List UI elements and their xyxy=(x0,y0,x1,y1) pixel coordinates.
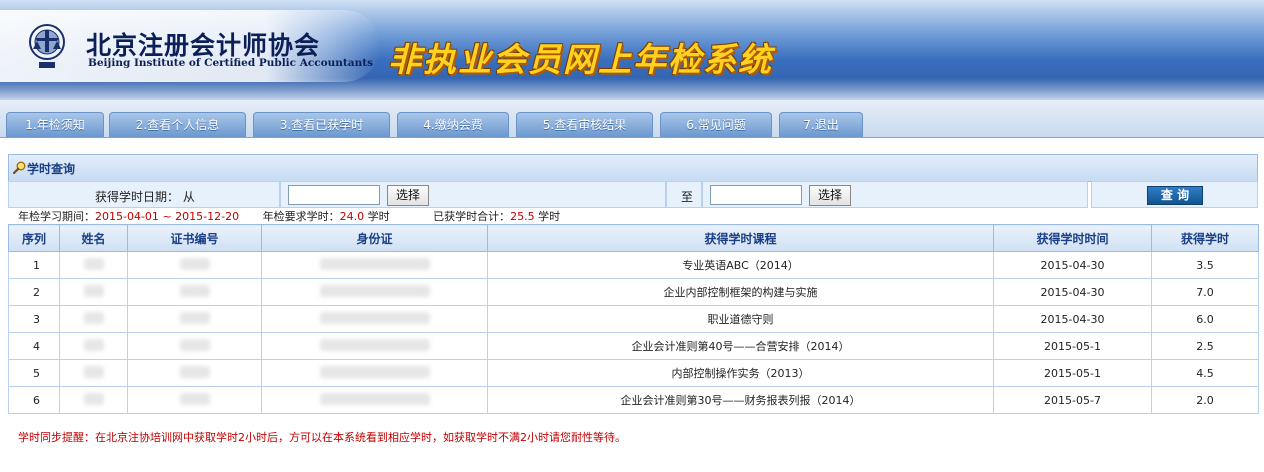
cell-course: 企业内部控制框架的构建与实施 xyxy=(487,278,994,306)
total-hours-value: 25.5 xyxy=(510,210,535,223)
query-section-header: 学时查询 xyxy=(8,154,1258,182)
cell-name-redacted xyxy=(59,251,128,279)
required-hours-label: 年检要求学时： xyxy=(262,210,340,223)
total-hours-unit: 学时 xyxy=(538,210,561,223)
main-nav: 1.年检须知 2.查看个人信息 3.查看已获学时 4.缴纳会费 5.查看审核结果… xyxy=(0,100,1264,138)
cell-id-redacted xyxy=(261,332,488,360)
cell-id-redacted xyxy=(261,386,488,414)
cell-course: 职业道德守则 xyxy=(487,305,994,333)
cell-name-redacted xyxy=(59,359,128,387)
period-separator: ~ xyxy=(162,210,172,223)
to-date-cell: 选择 xyxy=(702,181,1088,208)
date-label-cell: 获得学时日期： 从 xyxy=(8,181,280,208)
cell-cert-redacted xyxy=(127,332,262,360)
cell-id-redacted xyxy=(261,359,488,387)
column-header-hours: 获得学时 xyxy=(1151,224,1259,252)
system-title: 非执业会员网上年检系统 xyxy=(388,40,773,79)
table-row: 6 企业会计准则第30号——财务报表列报（2014） 2015-05-7 2.0 xyxy=(8,386,1259,414)
cell-seq: 2 xyxy=(8,278,60,306)
cell-course: 企业会计准则第30号——财务报表列报（2014） xyxy=(487,386,994,414)
column-header-course: 获得学时课程 xyxy=(487,224,994,252)
cell-date: 2015-04-30 xyxy=(993,251,1152,279)
cell-name-redacted xyxy=(59,305,128,333)
cell-cert-redacted xyxy=(127,251,262,279)
cell-hours: 2.5 xyxy=(1151,332,1259,360)
tab-pay-fee[interactable]: 4.缴纳会费 xyxy=(397,112,509,137)
cell-seq: 6 xyxy=(8,386,60,414)
cell-seq: 5 xyxy=(8,359,60,387)
header-banner: 北京注册会计师协会 Beijing Institute of Certified… xyxy=(0,0,1264,100)
cell-hours: 3.5 xyxy=(1151,251,1259,279)
tab-annual-check-notice[interactable]: 1.年检须知 xyxy=(6,112,104,137)
cell-seq: 1 xyxy=(8,251,60,279)
cell-hours: 7.0 xyxy=(1151,278,1259,306)
cell-course: 专业英语ABC（2014） xyxy=(487,251,994,279)
to-label: 至 xyxy=(681,190,694,204)
column-header-cert-no: 证书编号 xyxy=(127,224,262,252)
total-hours-label: 已获学时合计： xyxy=(433,210,511,223)
tab-review-result[interactable]: 5.查看审核结果 xyxy=(516,112,653,137)
to-date-input[interactable] xyxy=(710,185,802,205)
column-header-date: 获得学时时间 xyxy=(993,224,1152,252)
to-date-pick-button[interactable]: 选择 xyxy=(809,185,851,206)
cell-date: 2015-04-30 xyxy=(993,278,1152,306)
cell-cert-redacted xyxy=(127,386,262,414)
table-header-row: 序列 姓名 证书编号 身份证 获得学时课程 获得学时时间 获得学时 xyxy=(8,224,1259,252)
table-row: 2 企业内部控制框架的构建与实施 2015-04-30 7.0 xyxy=(8,278,1259,306)
table-row: 3 职业道德守则 2015-04-30 6.0 xyxy=(8,305,1259,333)
search-icon xyxy=(13,161,26,175)
banner-decoration xyxy=(0,78,1264,100)
cell-date: 2015-05-1 xyxy=(993,359,1152,387)
date-label: 获得学时日期： 从 xyxy=(95,190,195,204)
cell-cert-redacted xyxy=(127,278,262,306)
hours-table: 序列 姓名 证书编号 身份证 获得学时课程 获得学时时间 获得学时 1 专业英语… xyxy=(8,224,1259,414)
cell-id-redacted xyxy=(261,305,488,333)
cell-name-redacted xyxy=(59,386,128,414)
cell-seq: 3 xyxy=(8,305,60,333)
cell-hours: 4.5 xyxy=(1151,359,1259,387)
cell-course: 内部控制操作实务（2013） xyxy=(487,359,994,387)
cell-hours: 6.0 xyxy=(1151,305,1259,333)
from-date-pick-button[interactable]: 选择 xyxy=(387,185,429,206)
table-row: 1 专业英语ABC（2014） 2015-04-30 3.5 xyxy=(8,251,1259,279)
section-title: 学时查询 xyxy=(27,162,76,176)
table-row: 5 内部控制操作实务（2013） 2015-05-1 4.5 xyxy=(8,359,1259,387)
from-date-input[interactable] xyxy=(288,185,380,205)
cell-name-redacted xyxy=(59,332,128,360)
cell-cert-redacted xyxy=(127,359,262,387)
cell-cert-redacted xyxy=(127,305,262,333)
query-button[interactable]: 查 询 xyxy=(1147,186,1203,205)
column-header-seq: 序列 xyxy=(8,224,60,252)
required-hours-unit: 学时 xyxy=(367,210,390,223)
period-start: 2015-04-01 xyxy=(95,210,159,223)
query-button-cell: 查 询 xyxy=(1091,181,1258,208)
tab-personal-info[interactable]: 2.查看个人信息 xyxy=(109,112,246,137)
required-hours-value: 24.0 xyxy=(339,210,365,223)
tab-faq[interactable]: 6.常见问题 xyxy=(660,112,772,137)
column-header-id-card: 身份证 xyxy=(261,224,488,252)
to-label-cell: 至 xyxy=(666,181,702,208)
query-form: 获得学时日期： 从 选择 至 选择 查 询 xyxy=(8,181,1258,208)
column-header-name: 姓名 xyxy=(59,224,128,252)
cell-name-redacted xyxy=(59,278,128,306)
org-name-en: Beijing Institute of Certified Public Ac… xyxy=(88,57,373,69)
tab-logout[interactable]: 7.退出 xyxy=(779,112,863,137)
institute-emblem-icon xyxy=(29,24,65,68)
cell-date: 2015-05-1 xyxy=(993,332,1152,360)
period-end: 2015-12-20 xyxy=(175,210,240,223)
cell-id-redacted xyxy=(261,251,488,279)
table-row: 4 企业会计准则第40号——合营安排（2014） 2015-05-1 2.5 xyxy=(8,332,1259,360)
tab-obtained-hours[interactable]: 3.查看已获学时 xyxy=(253,112,390,137)
hours-summary: 年检学习期间：2015-04-01 ~ 2015-12-20 年检要求学时：24… xyxy=(18,208,560,224)
cell-date: 2015-04-30 xyxy=(993,305,1152,333)
cell-id-redacted xyxy=(261,278,488,306)
cell-hours: 2.0 xyxy=(1151,386,1259,414)
cell-date: 2015-05-7 xyxy=(993,386,1152,414)
from-date-cell: 选择 xyxy=(280,181,666,208)
sync-reminder: 学时同步提醒：在北京注协培训网中获取学时2小时后，方可以在本系统看到相应学时，如… xyxy=(18,431,626,444)
cell-course: 企业会计准则第40号——合营安排（2014） xyxy=(487,332,994,360)
cell-seq: 4 xyxy=(8,332,60,360)
period-label: 年检学习期间： xyxy=(18,210,95,223)
